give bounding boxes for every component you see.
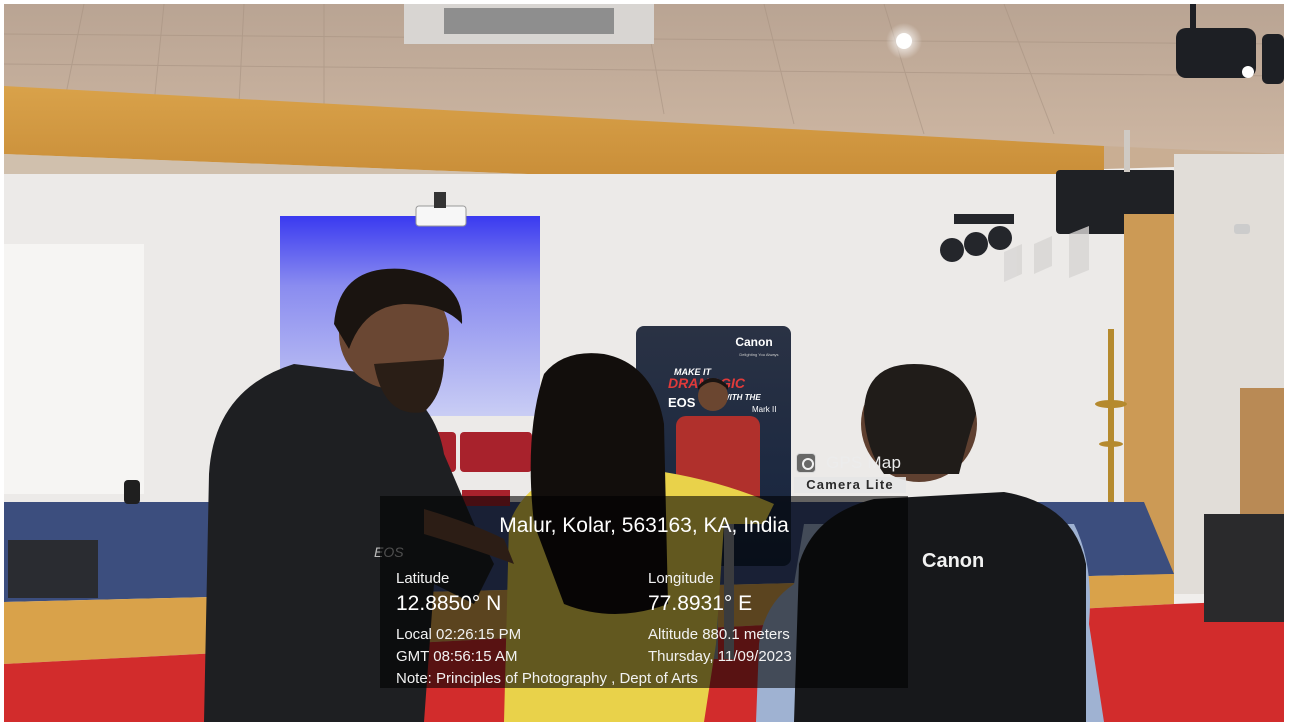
altitude-text: Altitude 880.1 meters — [648, 626, 790, 643]
backdrop-model: EOS — [668, 395, 696, 410]
stage-speaker — [8, 540, 98, 598]
local-time: Local 02:26:15 PM — [396, 626, 522, 643]
gps-app-logo: GPS Map Camera Lite — [794, 451, 908, 493]
vest-logo: Canon — [922, 550, 984, 572]
backdrop-tagline: Delighting You Always — [739, 352, 778, 357]
location-overlay: Malur, Kolar, 563163, KA, India Latitude… — [380, 496, 908, 688]
address-text: Malur, Kolar, 563163, KA, India — [499, 514, 789, 537]
date-text: Thursday, 11/09/2023 — [648, 648, 792, 665]
latitude-label: Latitude — [396, 570, 450, 587]
backdrop-brand: Canon — [735, 335, 772, 349]
latitude-value: 12.8850° N — [396, 592, 502, 615]
floor-speaker — [1204, 514, 1284, 622]
longitude-label: Longitude — [648, 570, 714, 587]
map-pin-icon — [796, 453, 816, 473]
gmt-time: GMT 08:56:15 AM — [396, 648, 518, 665]
gps-app-edition: Camera Lite — [794, 477, 906, 493]
note-text: Note: Principles of Photography , Dept o… — [396, 670, 698, 687]
projector — [415, 205, 467, 227]
photo-scene: Canon Delighting You Always MAKE IT DRAM… — [4, 4, 1284, 722]
gps-app-name: GPS Map — [826, 453, 902, 472]
backdrop-model-suffix: Mark II — [752, 405, 776, 414]
longitude-value: 77.8931° E — [648, 592, 753, 615]
